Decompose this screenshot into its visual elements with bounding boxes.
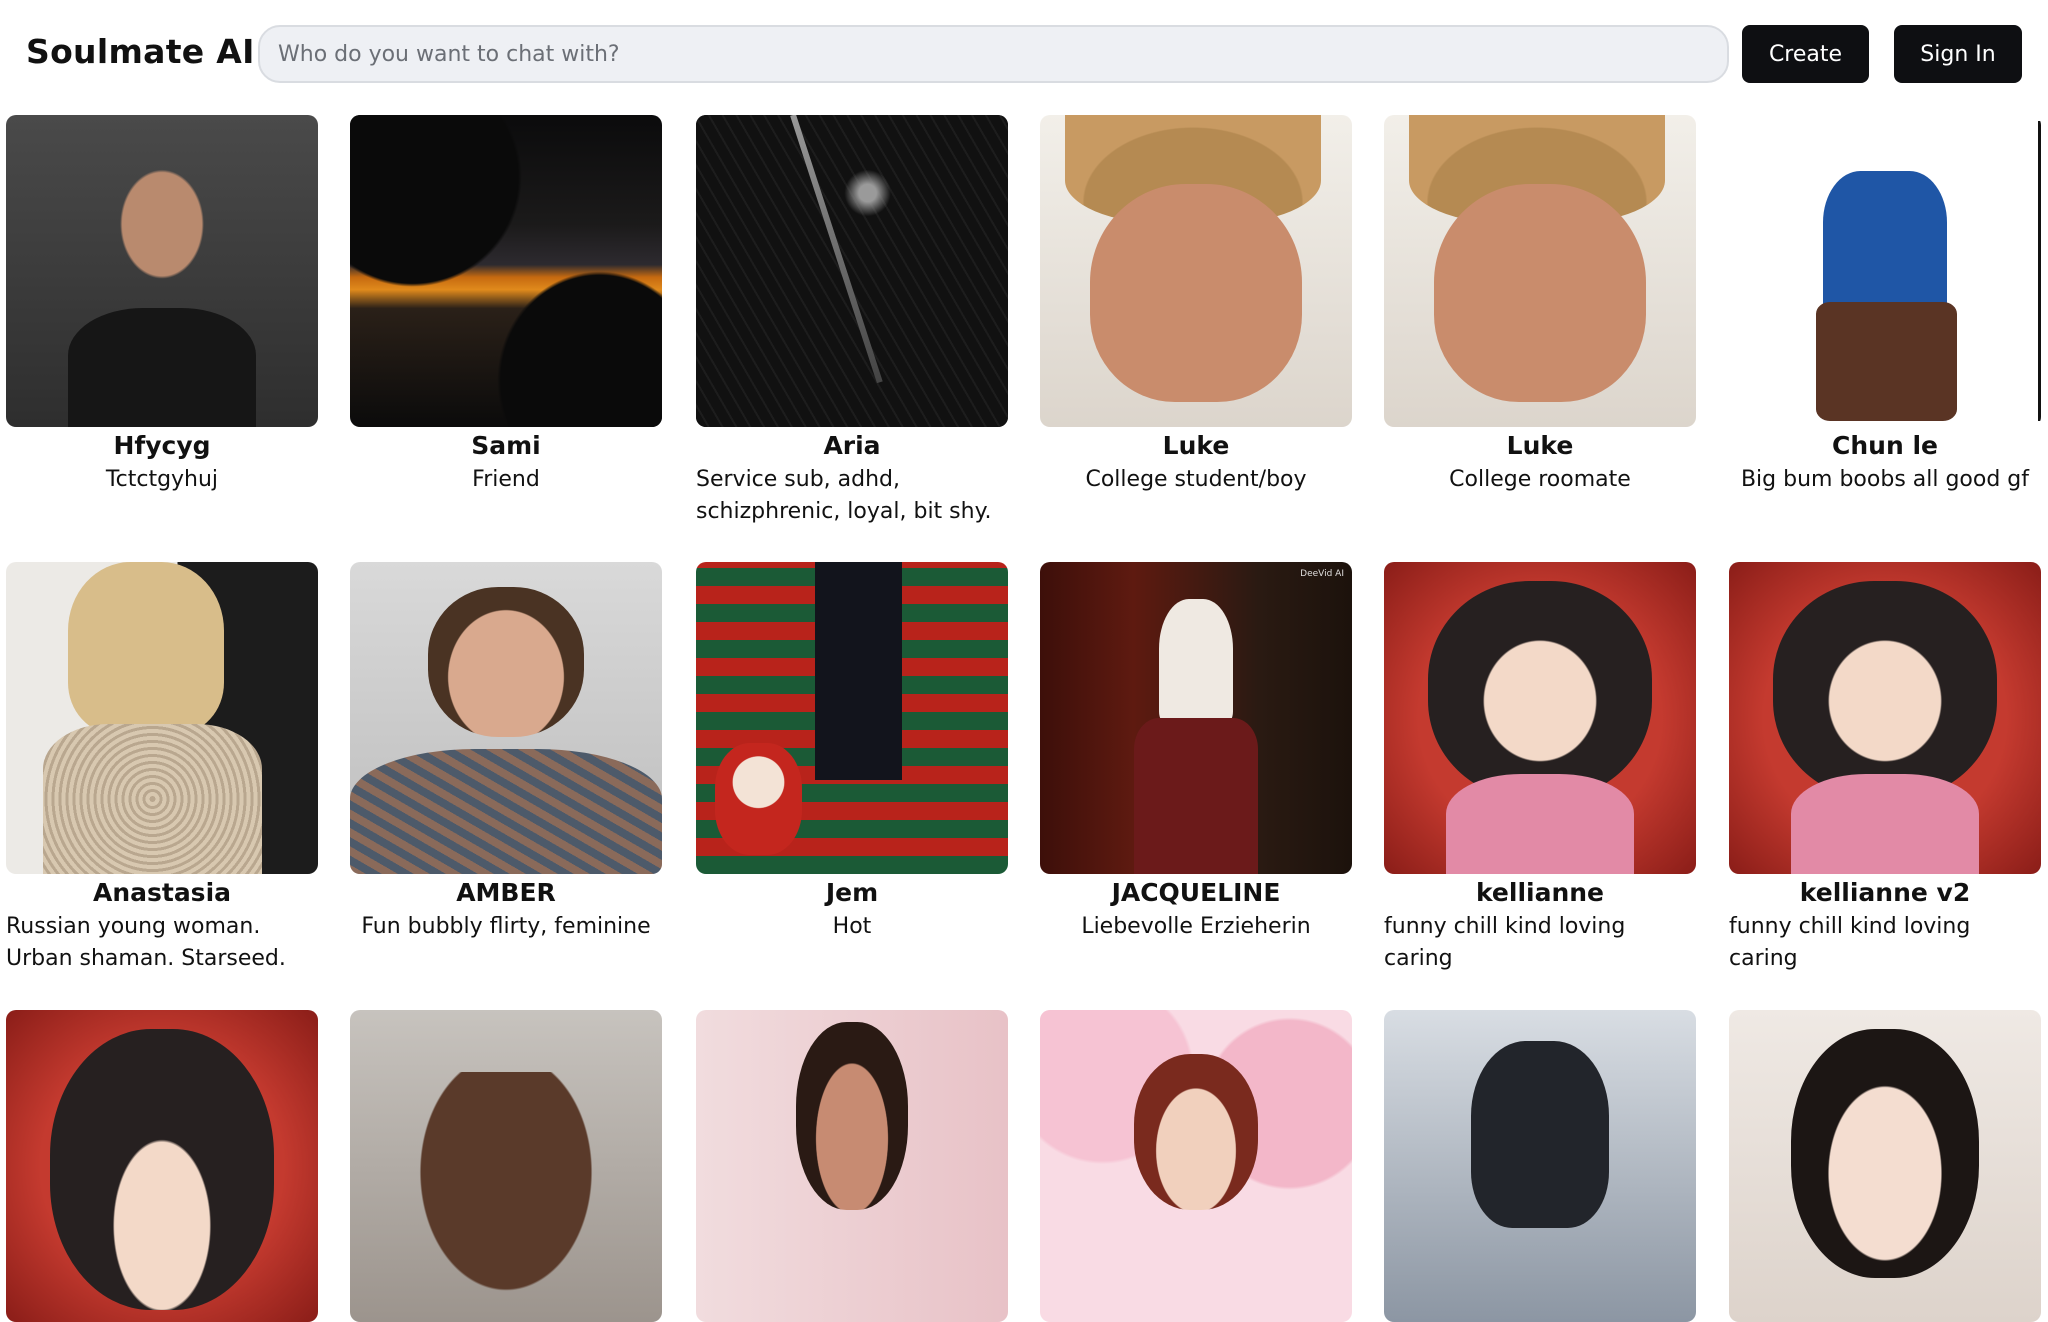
- character-card[interactable]: kellianne v2 funny chill kind loving car…: [1729, 562, 2041, 975]
- character-card[interactable]: [1040, 1010, 1352, 1322]
- character-avatar[interactable]: [1040, 1010, 1352, 1322]
- character-description: Hot: [832, 914, 872, 939]
- character-avatar[interactable]: [6, 115, 318, 427]
- character-card[interactable]: Anastasia Russian young woman. Urban sha…: [6, 562, 318, 975]
- character-card[interactable]: Luke College roomate: [1384, 115, 1696, 496]
- character-avatar[interactable]: [350, 1010, 662, 1322]
- character-name: Hfycyg: [113, 431, 211, 460]
- character-name: Chun le: [1832, 431, 1938, 460]
- character-card[interactable]: Chun le Big bum boobs all good gf: [1729, 115, 2041, 496]
- character-card[interactable]: Hfycyg Tctctgyhuj: [6, 115, 318, 496]
- character-avatar[interactable]: [1040, 115, 1352, 427]
- character-avatar[interactable]: [1384, 1010, 1696, 1322]
- character-avatar[interactable]: [1384, 115, 1696, 427]
- character-name: Luke: [1162, 431, 1230, 460]
- character-card[interactable]: Luke College student/boy: [1040, 115, 1352, 496]
- character-card[interactable]: [350, 1010, 662, 1322]
- character-description: funny chill kind loving caring: [1384, 914, 1626, 971]
- character-avatar[interactable]: DeeVid AI: [1040, 562, 1352, 874]
- character-avatar[interactable]: [1729, 115, 2041, 427]
- character-card[interactable]: DeeVid AI JACQUELINE Liebevolle Erzieher…: [1040, 562, 1352, 943]
- character-name: kellianne v2: [1799, 878, 1971, 907]
- watermark: DeeVid AI: [1300, 569, 1344, 579]
- character-avatar[interactable]: [696, 562, 1008, 874]
- character-description: College student/boy: [1085, 467, 1307, 492]
- character-description: Fun bubbly flirty, feminine: [361, 914, 651, 939]
- character-description: College roomate: [1449, 467, 1631, 492]
- character-description: Big bum boobs all good gf: [1740, 467, 2030, 492]
- character-avatar[interactable]: [696, 115, 1008, 427]
- character-avatar[interactable]: [350, 115, 662, 427]
- character-avatar[interactable]: [1384, 562, 1696, 874]
- character-avatar[interactable]: [1729, 562, 2041, 874]
- character-name: kellianne: [1475, 878, 1605, 907]
- character-name: AMBER: [456, 878, 556, 907]
- character-card[interactable]: Jem Hot: [696, 562, 1008, 943]
- character-name: Anastasia: [92, 878, 232, 907]
- character-name: Sami: [471, 431, 541, 460]
- character-name: Jem: [825, 878, 879, 907]
- character-card[interactable]: [1384, 1010, 1696, 1322]
- character-avatar[interactable]: [696, 1010, 1008, 1322]
- character-card[interactable]: kellianne funny chill kind loving caring: [1384, 562, 1696, 975]
- character-card[interactable]: [696, 1010, 1008, 1322]
- character-description: Tctctgyhuj: [105, 467, 219, 492]
- character-avatar[interactable]: [6, 562, 318, 874]
- character-name: JACQUELINE: [1111, 878, 1281, 907]
- character-avatar[interactable]: [1729, 1010, 2041, 1322]
- character-card[interactable]: [1729, 1010, 2041, 1322]
- character-description: Service sub, adhd, schizphrenic, loyal, …: [696, 467, 992, 524]
- character-avatar[interactable]: [6, 1010, 318, 1322]
- character-description: funny chill kind loving caring: [1729, 914, 1971, 971]
- character-description: Russian young woman. Urban shaman. Stars…: [6, 914, 286, 971]
- character-card[interactable]: Aria Service sub, adhd, schizphrenic, lo…: [696, 115, 1008, 528]
- character-card[interactable]: AMBER Fun bubbly flirty, feminine: [350, 562, 662, 943]
- character-name: Luke: [1506, 431, 1574, 460]
- character-description: Friend: [472, 467, 540, 492]
- character-card[interactable]: [6, 1010, 318, 1322]
- character-avatar[interactable]: [350, 562, 662, 874]
- character-grid: Hfycyg Tctctgyhuj Sami Friend Aria Servi…: [0, 0, 2048, 1322]
- character-name: Aria: [823, 431, 881, 460]
- character-card[interactable]: Sami Friend: [350, 115, 662, 496]
- character-description: Liebevolle Erzieherin: [1081, 914, 1311, 939]
